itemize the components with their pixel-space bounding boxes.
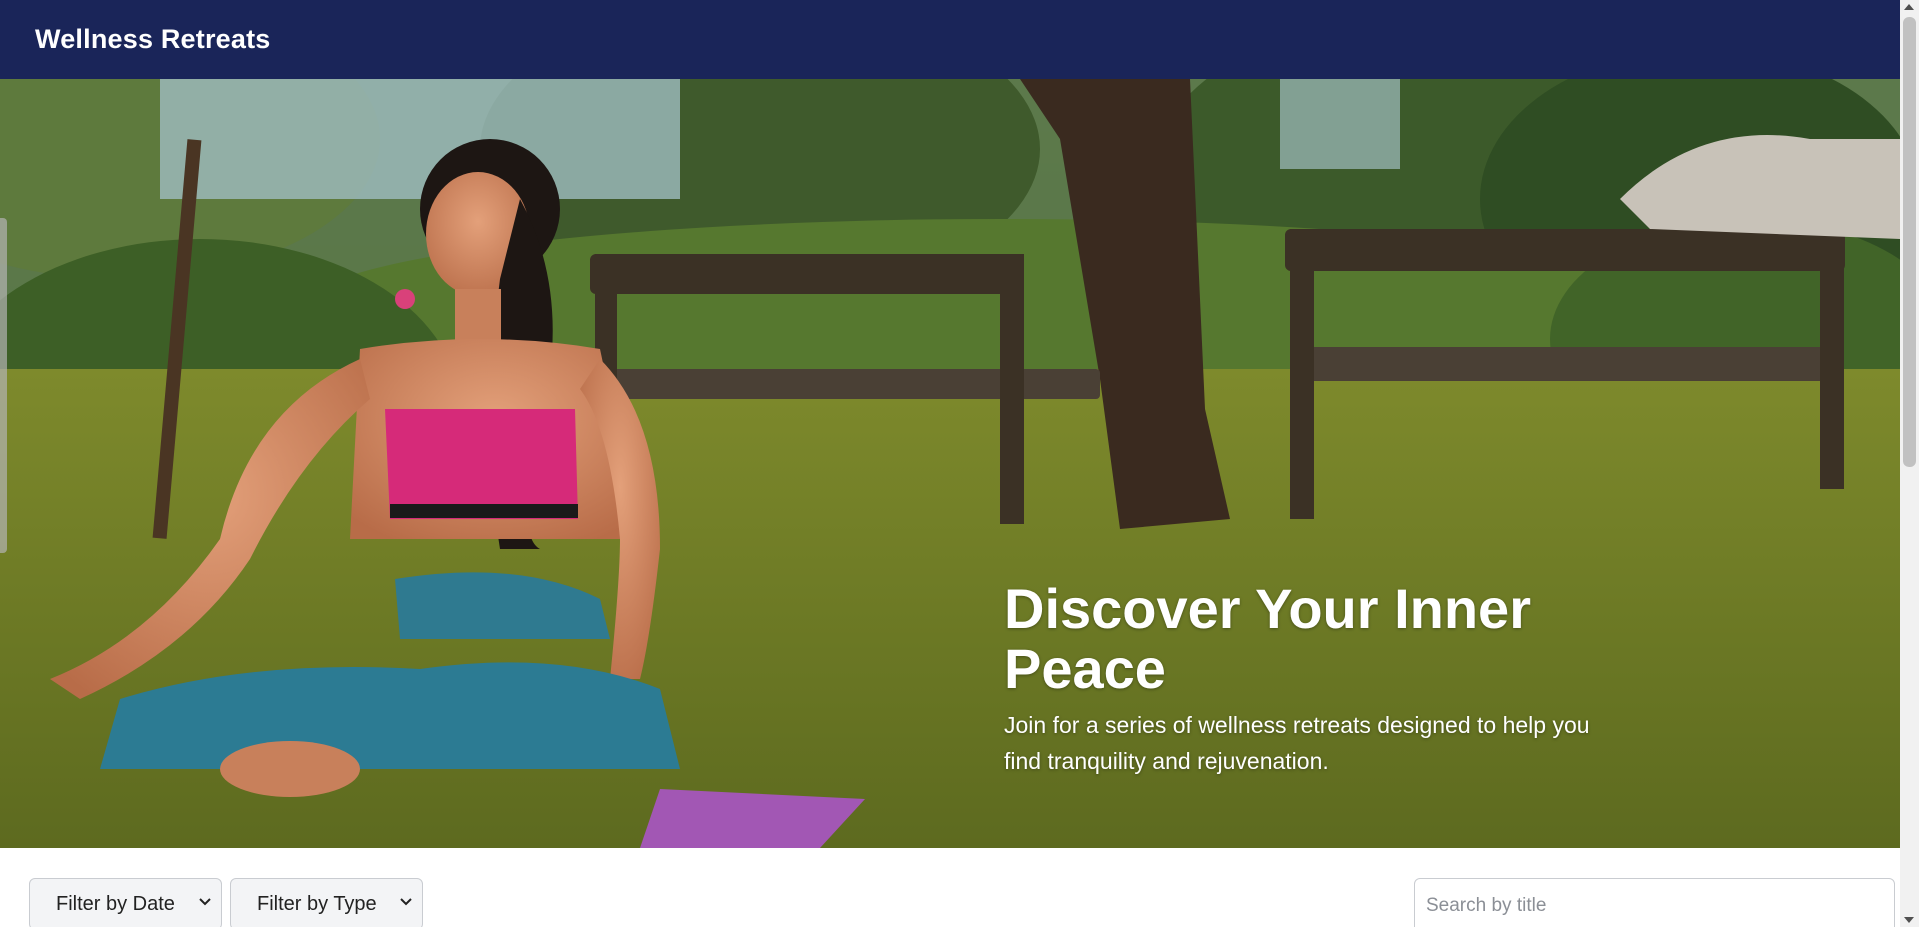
scroll-up-icon[interactable]: [1904, 4, 1914, 10]
scroll-down-icon[interactable]: [1904, 917, 1914, 923]
page: Wellness Retreats Discover Your Inner Pe…: [0, 0, 1919, 927]
filter-by-type-select[interactable]: Filter by Type: [230, 878, 423, 927]
top-navbar: Wellness Retreats: [0, 0, 1900, 79]
hero-section: Discover Your Inner Peace Join for a ser…: [0, 79, 1900, 848]
hero-title: Discover Your Inner Peace: [1004, 577, 1531, 700]
search-input[interactable]: [1414, 878, 1895, 927]
chevron-down-icon: [400, 898, 412, 906]
side-drawer-handle[interactable]: [0, 218, 7, 553]
chevron-down-icon: [199, 898, 211, 906]
filter-by-type-label: Filter by Type: [257, 892, 377, 915]
vertical-scrollbar[interactable]: [1900, 0, 1919, 927]
brand-title[interactable]: Wellness Retreats: [35, 24, 271, 55]
hero-text: Discover Your Inner Peace Join for a ser…: [1004, 579, 1624, 779]
hero-subtitle: Join for a series of wellness retreats d…: [1004, 712, 1590, 774]
filter-bar: Filter by Date Filter by Type: [0, 848, 1900, 927]
filter-by-date-select[interactable]: Filter by Date: [29, 878, 222, 927]
filter-by-date-label: Filter by Date: [56, 892, 175, 915]
scroll-thumb[interactable]: [1903, 17, 1916, 467]
